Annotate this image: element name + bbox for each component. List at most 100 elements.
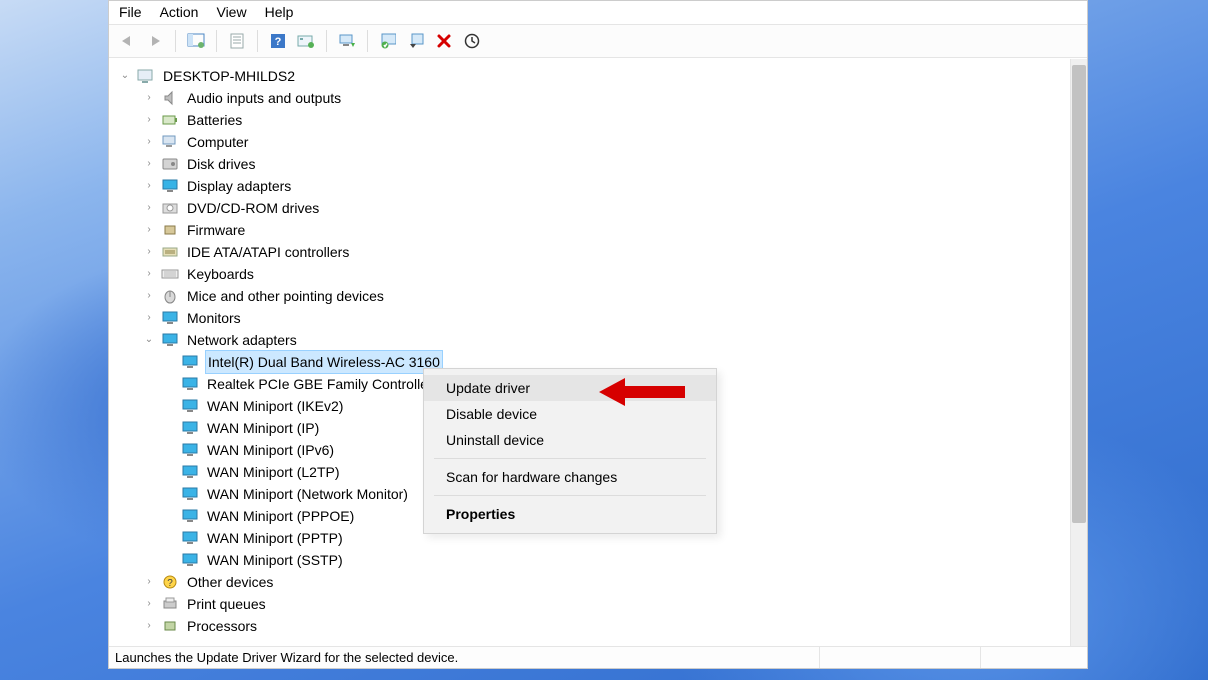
cat-processors[interactable]: › Processors [115,615,1070,637]
ctx-update-driver[interactable]: Update driver [424,375,716,401]
tree-root-label: DESKTOP-MHILDS2 [161,65,297,87]
caret-right-icon[interactable]: › [143,571,155,593]
cat-label: Mice and other pointing devices [185,285,386,307]
caret-right-icon[interactable]: › [143,153,155,175]
net-item[interactable]: WAN Miniport (SSTP) [115,549,1070,571]
caret-down-icon[interactable]: ⌄ [119,65,131,87]
cat-display[interactable]: › Display adapters [115,175,1070,197]
vertical-scrollbar[interactable] [1070,59,1087,646]
menu-view[interactable]: View [216,4,246,20]
mouse-icon [161,287,179,305]
properties-button[interactable] [225,29,249,53]
caret-right-icon[interactable]: › [143,131,155,153]
cat-mice[interactable]: › Mice and other pointing devices [115,285,1070,307]
device-tree[interactable]: ⌄ DESKTOP-MHILDS2 › Audio inputs and out… [109,59,1070,646]
cat-label: Firmware [185,219,247,241]
caret-right-icon[interactable]: › [143,241,155,263]
caret-right-icon[interactable]: › [143,285,155,307]
nav-forward-button[interactable] [143,29,167,53]
ctx-uninstall-device[interactable]: Uninstall device [424,427,716,453]
scan-hardware-button[interactable] [294,29,318,53]
help-button[interactable]: ? [266,29,290,53]
enable-device-button[interactable] [376,29,400,53]
monitor-icon [161,309,179,327]
toolbar-separator [175,30,176,52]
network-adapter-icon [181,485,199,503]
cat-keyboards[interactable]: › Keyboards [115,263,1070,285]
ctx-divider [434,458,706,459]
network-adapter-icon [181,353,199,371]
net-item-label: WAN Miniport (L2TP) [205,461,342,483]
menubar: File Action View Help [109,1,1087,25]
menu-action[interactable]: Action [160,4,199,20]
caret-right-icon[interactable]: › [143,593,155,615]
caret-right-icon[interactable]: › [143,87,155,109]
menu-file[interactable]: File [119,4,142,20]
cat-label: Batteries [185,109,244,131]
controller-icon [161,243,179,261]
uninstall-device-button[interactable] [432,29,456,53]
caret-right-icon[interactable]: › [143,197,155,219]
cat-dvd[interactable]: › DVD/CD-ROM drives [115,197,1070,219]
network-adapter-icon [181,397,199,415]
update-driver-button[interactable] [335,29,359,53]
net-item-label: WAN Miniport (Network Monitor) [205,483,410,505]
cat-printq[interactable]: › Print queues [115,593,1070,615]
computer-icon [137,67,155,85]
ctx-scan-hardware[interactable]: Scan for hardware changes [424,464,716,490]
cat-network[interactable]: ⌄ Network adapters [115,329,1070,351]
cat-audio[interactable]: › Audio inputs and outputs [115,87,1070,109]
cat-label: IDE ATA/ATAPI controllers [185,241,351,263]
network-adapter-icon [181,441,199,459]
caret-right-icon[interactable]: › [143,263,155,285]
caret-right-icon[interactable]: › [143,175,155,197]
cat-firmware[interactable]: › Firmware [115,219,1070,241]
pc-icon [161,133,179,151]
device-manager-window: File Action View Help ? [108,0,1088,669]
caret-right-icon[interactable]: › [143,307,155,329]
caret-down-icon[interactable]: ⌄ [143,329,155,351]
network-adapter-icon [181,529,199,547]
net-item-label: WAN Miniport (IPv6) [205,439,336,461]
unknown-device-icon: ? [161,573,179,591]
cat-batteries[interactable]: › Batteries [115,109,1070,131]
cat-ide[interactable]: › IDE ATA/ATAPI controllers [115,241,1070,263]
chip-icon [161,221,179,239]
status-separator [980,647,981,668]
cat-label: Keyboards [185,263,256,285]
cat-label: Disk drives [185,153,257,175]
caret-right-icon[interactable]: › [143,219,155,241]
cat-label: Computer [185,131,250,153]
toolbar-separator [257,30,258,52]
toolbar: ? [109,25,1087,58]
ctx-disable-device[interactable]: Disable device [424,401,716,427]
tree-root[interactable]: ⌄ DESKTOP-MHILDS2 [115,65,1070,87]
ctx-properties[interactable]: Properties [424,501,716,527]
refresh-icon[interactable] [460,29,484,53]
menu-help[interactable]: Help [265,4,294,20]
net-item-label: WAN Miniport (SSTP) [205,549,345,571]
scrollbar-thumb[interactable] [1072,65,1086,523]
tree-area: ⌄ DESKTOP-MHILDS2 › Audio inputs and out… [109,58,1087,646]
status-text: Launches the Update Driver Wizard for th… [115,650,819,665]
caret-right-icon[interactable]: › [143,109,155,131]
network-adapter-icon [181,507,199,525]
network-adapter-icon [181,463,199,481]
cat-computer[interactable]: › Computer [115,131,1070,153]
cat-label: Processors [185,615,259,637]
nav-back-button[interactable] [115,29,139,53]
net-item-label: Intel(R) Dual Band Wireless-AC 3160 [205,350,443,374]
cat-other[interactable]: › ? Other devices [115,571,1070,593]
cpu-icon [161,617,179,635]
cat-monitors[interactable]: › Monitors [115,307,1070,329]
disable-device-button[interactable] [404,29,428,53]
printer-icon [161,595,179,613]
status-separator [819,647,820,668]
battery-icon [161,111,179,129]
show-hide-console-tree-button[interactable] [184,29,208,53]
svg-text:?: ? [167,578,173,589]
toolbar-separator [367,30,368,52]
svg-text:?: ? [275,36,282,48]
caret-right-icon[interactable]: › [143,615,155,637]
cat-disk[interactable]: › Disk drives [115,153,1070,175]
